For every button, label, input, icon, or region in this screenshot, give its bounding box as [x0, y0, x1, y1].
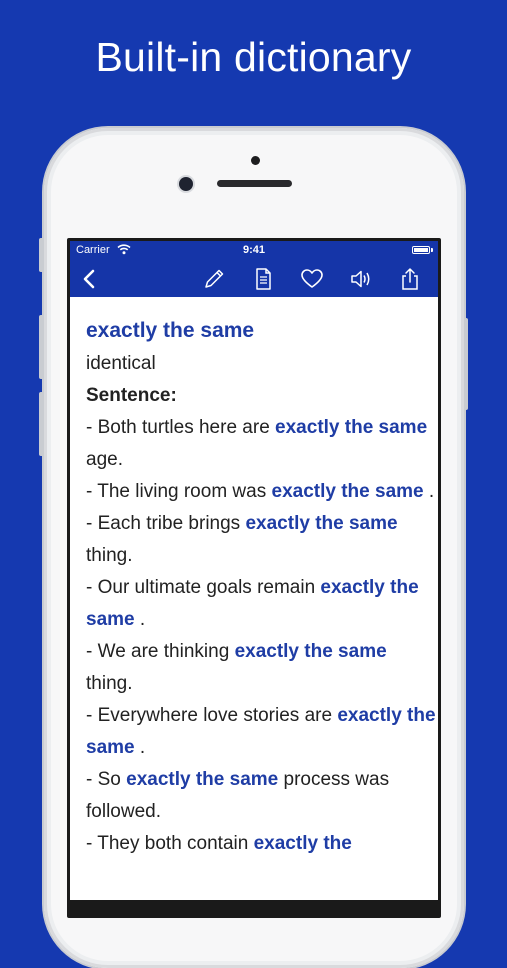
highlighted-phrase[interactable]: exactly the	[254, 833, 352, 854]
sentence-text: .	[134, 609, 146, 630]
example-sentence: - We are thinking exactly the same thing…	[86, 636, 436, 700]
battery-icon	[412, 246, 430, 254]
sentence-text: - They both contain	[86, 833, 254, 854]
document-icon[interactable]	[249, 265, 277, 293]
highlighted-phrase[interactable]: exactly the same	[235, 641, 387, 662]
heart-icon[interactable]	[298, 265, 326, 293]
nav-bar	[70, 260, 438, 297]
example-sentence: - The living room was exactly the same .	[86, 476, 436, 508]
sentence-text: thing.	[86, 673, 133, 694]
phone-proximity-sensor	[251, 156, 260, 165]
sentence-text: thing.	[86, 545, 133, 566]
dictionary-entry: exactly the same identical Sentence: - B…	[86, 314, 436, 860]
pencil-icon[interactable]	[200, 265, 228, 293]
example-sentence: - Each tribe brings exactly the same thi…	[86, 508, 436, 572]
speaker-icon[interactable]	[347, 265, 375, 293]
highlighted-phrase[interactable]: exactly the same	[272, 481, 424, 502]
sentence-text: - So	[86, 769, 127, 790]
status-time: 9:41	[242, 244, 266, 256]
example-sentence: - So exactly the same process was follow…	[86, 764, 436, 828]
dictionary-content: exactly the same identical Sentence: - B…	[70, 297, 438, 900]
back-icon[interactable]	[76, 265, 104, 293]
example-sentence: - They both contain exactly the	[86, 828, 436, 860]
sentence-label: Sentence:	[86, 385, 177, 406]
entry-definition: identical	[86, 353, 156, 374]
sentence-text: - Each tribe brings	[86, 513, 246, 534]
example-sentence: - Our ultimate goals remain exactly the …	[86, 572, 436, 636]
highlighted-phrase[interactable]: exactly the same	[275, 417, 427, 438]
phone-camera	[179, 177, 193, 191]
battery-tip	[431, 248, 433, 252]
status-bar: Carrier 9:41	[70, 241, 438, 260]
sentence-text: - Everywhere love stories are	[86, 705, 338, 726]
highlighted-phrase[interactable]: exactly the same	[126, 769, 278, 790]
phone-earpiece	[217, 180, 292, 187]
sentence-text: .	[423, 481, 435, 502]
entry-word: exactly the same	[86, 319, 255, 342]
highlighted-phrase[interactable]: exactly the same	[245, 513, 397, 534]
sentence-text: - We are thinking	[86, 641, 235, 662]
share-icon[interactable]	[396, 265, 424, 293]
example-sentence: - Everywhere love stories are exactly th…	[86, 700, 436, 764]
sentence-text: .	[134, 737, 146, 758]
sentence-text: - The living room was	[86, 481, 272, 502]
example-sentence: - Both turtles here are exactly the same…	[86, 412, 436, 476]
sentence-text: - Our ultimate goals remain	[86, 577, 321, 598]
sentence-text: age.	[86, 449, 123, 470]
marketing-headline: Built-in dictionary	[95, 34, 412, 80]
sentence-text: - Both turtles here are	[86, 417, 276, 438]
